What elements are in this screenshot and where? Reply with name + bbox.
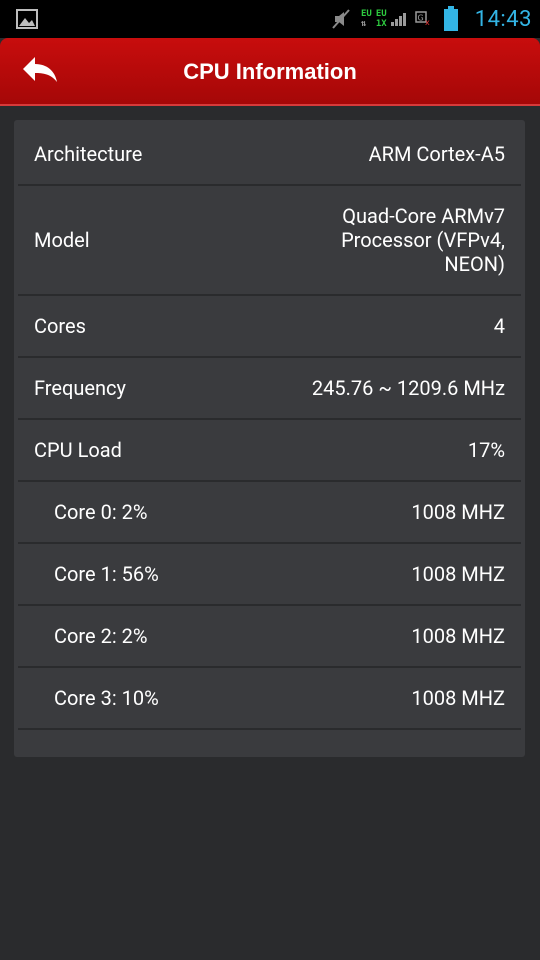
signal-icon <box>390 12 407 26</box>
gx-icon: G x <box>414 11 433 27</box>
network-indicator-2: EU 1X <box>376 9 387 29</box>
row-core-2: Core 2: 2% 1008 MHZ <box>18 606 521 668</box>
action-bar: CPU Information <box>0 38 540 106</box>
data-arrows-icon: ⇅ <box>361 19 367 29</box>
row-value: 1008 MHZ <box>411 562 505 586</box>
row-value: 4 <box>493 314 505 338</box>
network-type-label-2: EU <box>375 9 387 19</box>
status-bar: EU ⇅ EU 1X G x 14:43 <box>0 0 540 38</box>
row-architecture: Architecture ARM Cortex-A5 <box>18 124 521 186</box>
svg-text:G: G <box>417 14 423 23</box>
back-button[interactable] <box>16 52 66 92</box>
model-line-3: NEON) <box>444 252 505 276</box>
network-indicator-1: EU ⇅ <box>361 9 372 29</box>
svg-text:x: x <box>425 18 430 27</box>
row-core-1: Core 1: 56% 1008 MHZ <box>18 544 521 606</box>
row-label: Cores <box>34 314 86 338</box>
row-value: 1008 MHZ <box>411 686 505 710</box>
row-core-3: Core 3: 10% 1008 MHZ <box>18 668 521 730</box>
back-arrow-icon <box>21 55 61 89</box>
row-label: Frequency <box>34 376 126 400</box>
row-label: Core 2: 2% <box>54 624 148 648</box>
clock-time: 14:43 <box>474 6 532 32</box>
status-icons: EU ⇅ EU 1X G x 14:43 <box>331 0 532 38</box>
row-value: 1008 MHZ <box>411 500 505 524</box>
network-1x-label: 1X <box>375 19 387 29</box>
model-line-1: Quad-Core ARMv7 <box>342 204 505 228</box>
row-value: 245.76 ~ 1209.6 MHz <box>311 376 505 400</box>
row-core-0: Core 0: 2% 1008 MHZ <box>18 482 521 544</box>
network-type-label: EU <box>361 9 372 19</box>
page-title: CPU Information <box>183 59 357 84</box>
cpu-info-panel: Architecture ARM Cortex-A5 Model Quad-Co… <box>14 120 525 757</box>
row-frequency: Frequency 245.76 ~ 1209.6 MHz <box>18 358 521 420</box>
row-model: Model Quad-Core ARMv7 Processor (VFPv4, … <box>18 186 521 296</box>
row-label: Architecture <box>34 142 143 166</box>
row-label: Core 3: 10% <box>54 686 159 710</box>
model-line-2: Processor (VFPv4, <box>341 228 505 252</box>
mute-icon <box>331 8 351 30</box>
gallery-icon <box>16 8 38 30</box>
row-label: CPU Load <box>34 438 122 462</box>
row-cpu-load: CPU Load 17% <box>18 420 521 482</box>
row-label: Core 1: 56% <box>54 562 159 586</box>
battery-icon <box>443 6 459 32</box>
row-value: Quad-Core ARMv7 Processor (VFPv4, NEON) <box>341 204 505 276</box>
row-label: Model <box>34 228 90 252</box>
row-label: Core 0: 2% <box>54 500 148 524</box>
row-cores: Cores 4 <box>18 296 521 358</box>
row-value: ARM Cortex-A5 <box>368 142 505 166</box>
row-value: 1008 MHZ <box>411 624 505 648</box>
row-value: 17% <box>467 438 505 462</box>
